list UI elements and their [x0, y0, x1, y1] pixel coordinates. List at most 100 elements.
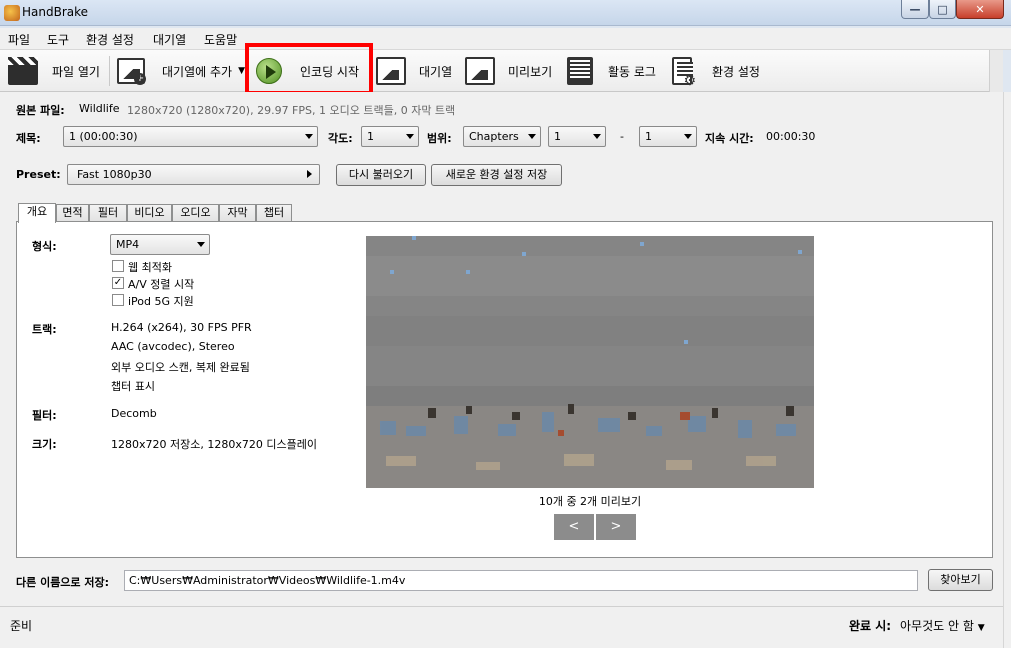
angle-select[interactable]: 1	[361, 126, 419, 147]
range-start-select[interactable]: 1	[548, 126, 606, 147]
queue-label: 대기열	[419, 64, 453, 79]
tab-filters[interactable]: 필터	[89, 204, 127, 222]
title-select[interactable]: 1 (00:00:30)	[63, 126, 318, 147]
preset-value: Fast 1080p30	[77, 168, 152, 181]
av-align-checkbox[interactable]: ✓	[112, 277, 124, 289]
tab-dimensions[interactable]: 면적	[56, 204, 89, 222]
clapperboard-icon	[8, 57, 38, 85]
when-done-select[interactable]: 아무것도 안 함 ▼	[900, 617, 985, 634]
save-path-input[interactable]: C:₩Users₩Administrator₩Videos₩Wildlife-1…	[124, 570, 918, 591]
preview-image	[366, 236, 814, 488]
settings-doc-icon	[672, 57, 696, 89]
tab-video[interactable]: 비디오	[127, 204, 172, 222]
activity-log-label: 활동 로그	[608, 64, 656, 79]
preview-next-button[interactable]: >	[596, 514, 636, 540]
format-value: MP4	[116, 238, 140, 251]
dropdown-arrow-icon: ▼	[977, 623, 985, 633]
preferences-label: 환경 설정	[712, 64, 760, 79]
queue-button[interactable]: 대기열	[376, 50, 452, 92]
tab-chapters[interactable]: 챕터	[256, 204, 292, 222]
angle-value: 1	[367, 130, 374, 143]
start-encode-button[interactable]: 인코딩 시작	[256, 50, 359, 92]
duration-value: 00:00:30	[766, 130, 816, 143]
tracks-label: 트랙:	[32, 323, 57, 336]
preview-prev-button[interactable]: <	[554, 514, 594, 540]
close-button[interactable]: ✕	[956, 0, 1004, 19]
status-bar: 준비 완료 시: 아무것도 안 함 ▼	[0, 606, 1003, 648]
size-label: 크기:	[32, 438, 57, 451]
title-bar: HandBrake — □ ✕	[0, 0, 1011, 26]
track-audio: AAC (avcodec), Stereo	[111, 340, 235, 353]
handbrake-logo-icon	[4, 5, 20, 21]
ipod-label: iPod 5G 지원	[128, 295, 194, 308]
menu-help[interactable]: 도움말	[204, 31, 237, 48]
tab-subtitles[interactable]: 자막	[219, 204, 256, 222]
tab-audio[interactable]: 오디오	[172, 204, 219, 222]
minimize-button[interactable]: —	[901, 0, 929, 19]
range-type-select[interactable]: Chapters	[463, 126, 541, 147]
add-to-queue-label: 대기열에 추가	[162, 64, 233, 79]
track-video: H.264 (x264), 30 FPS PFR	[111, 321, 252, 334]
format-label: 형식:	[32, 240, 57, 253]
reload-preset-button[interactable]: 다시 불러오기	[336, 164, 426, 186]
preview-icon	[465, 57, 495, 85]
window-title: HandBrake	[22, 5, 89, 19]
when-done-label: 완료 시:	[849, 619, 892, 633]
track-chapters: 챕터 표시	[111, 380, 155, 393]
range-label: 범위:	[427, 132, 452, 145]
activity-log-icon	[567, 57, 593, 85]
dropdown-arrow-icon[interactable]: ▼	[238, 66, 245, 76]
open-file-label: 파일 열기	[52, 64, 100, 79]
toolbar-divider	[109, 56, 110, 86]
av-align-label: A/V 정렬 시작	[128, 278, 195, 291]
queue-icon	[376, 57, 406, 85]
range-end-value: 1	[645, 130, 652, 143]
format-select[interactable]: MP4	[110, 234, 210, 255]
save-new-preset-button[interactable]: 새로운 환경 설정 저장	[431, 164, 562, 186]
toolbar: 파일 열기 + 대기열에 추가 ▼ 인코딩 시작 대기열 미리보기 활동 로그 …	[0, 50, 1003, 92]
preview-label: 미리보기	[508, 64, 553, 79]
window-scrollbar[interactable]	[1003, 92, 1011, 648]
web-optimized-label: 웹 최적화	[128, 261, 172, 274]
start-encode-label: 인코딩 시작	[300, 64, 360, 79]
play-icon	[256, 58, 282, 84]
preview-button[interactable]: 미리보기	[465, 50, 552, 92]
range-type-value: Chapters	[469, 130, 519, 143]
range-end-select[interactable]: 1	[639, 126, 697, 147]
range-start-value: 1	[554, 130, 561, 143]
when-done-value: 아무것도 안 함	[900, 619, 974, 633]
menu-bar: 파일 도구 환경 설정 대기열 도움말	[0, 28, 1011, 50]
preset-select[interactable]: Fast 1080p30	[67, 164, 320, 185]
add-image-icon: +	[117, 58, 146, 85]
preview-frame-graphic	[366, 236, 814, 488]
browse-button[interactable]: 찾아보기	[928, 569, 993, 591]
add-to-queue-button[interactable]: + 대기열에 추가 ▼	[117, 50, 245, 92]
range-dash: -	[620, 130, 624, 143]
preset-label: Preset:	[16, 168, 61, 181]
size-value: 1280x720 저장소, 1280x720 디스플레이	[111, 438, 317, 451]
save-as-label: 다른 이름으로 저장:	[16, 576, 110, 589]
menu-preferences[interactable]: 환경 설정	[86, 31, 134, 48]
filters-label: 필터:	[32, 409, 57, 422]
menu-file[interactable]: 파일	[8, 31, 30, 48]
status-text: 준비	[10, 619, 33, 633]
filters-value: Decomb	[111, 407, 157, 420]
activity-log-button[interactable]: 활동 로그	[567, 50, 656, 92]
title-label: 제목:	[16, 132, 41, 145]
open-file-button[interactable]: 파일 열기	[8, 50, 100, 92]
toolbar-overflow[interactable]	[989, 50, 1003, 92]
ipod-checkbox[interactable]	[112, 294, 124, 306]
source-info: 1280x720 (1280x720), 29.97 FPS, 1 오디오 트랙…	[127, 104, 456, 117]
track-subtitle-scan: 외부 오디오 스캔, 복제 완료됨	[111, 361, 250, 374]
title-value: 1 (00:00:30)	[69, 130, 138, 143]
source-label: 원본 파일:	[16, 104, 65, 117]
web-optimized-checkbox[interactable]	[112, 260, 124, 272]
tab-summary[interactable]: 개요	[18, 203, 56, 223]
duration-label: 지속 시간:	[705, 132, 754, 145]
preview-caption: 10개 중 2개 미리보기	[538, 495, 642, 508]
menu-queue[interactable]: 대기열	[153, 31, 186, 48]
menu-tools[interactable]: 도구	[47, 31, 69, 48]
preferences-button[interactable]: 환경 설정	[672, 50, 760, 92]
angle-label: 각도:	[328, 132, 353, 145]
maximize-button[interactable]: □	[929, 0, 956, 19]
